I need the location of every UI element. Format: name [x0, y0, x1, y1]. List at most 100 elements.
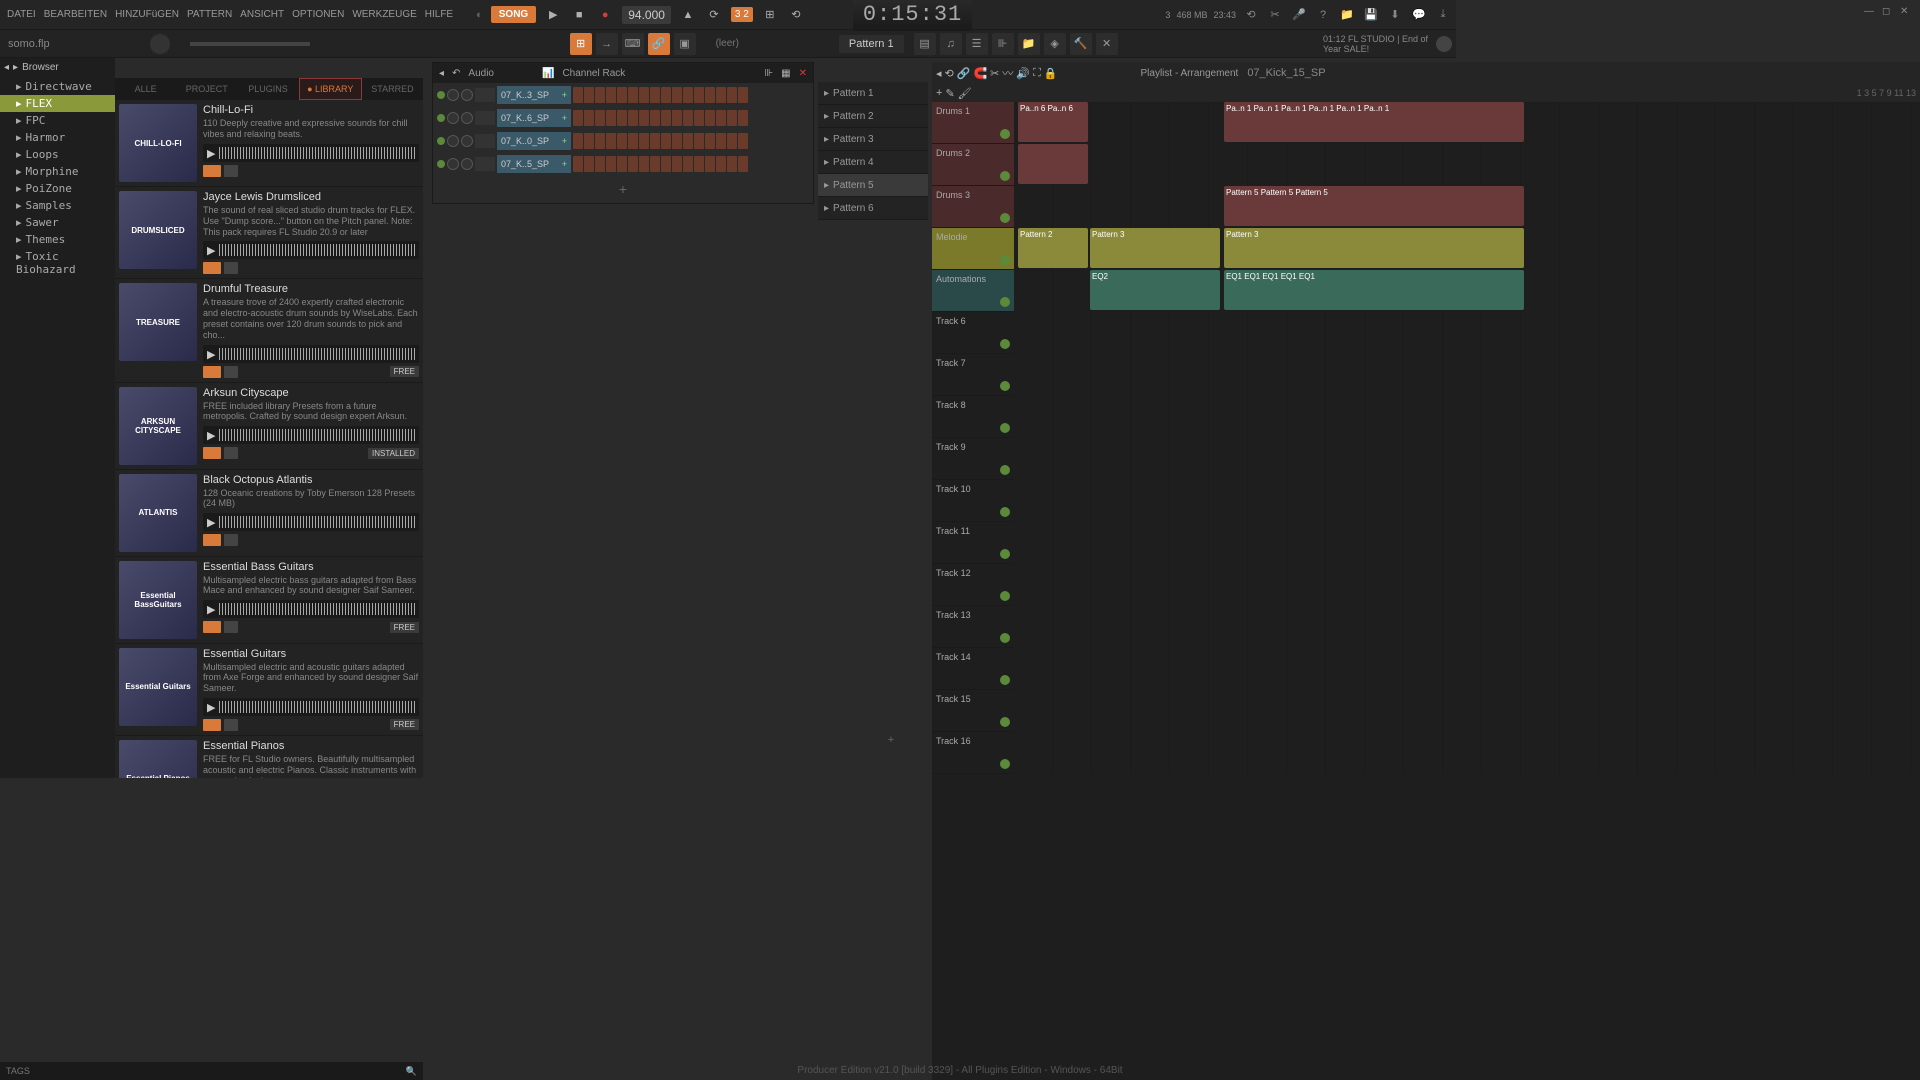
- tree-item-loops[interactable]: ▸Loops: [0, 146, 115, 163]
- piano-roll-icon[interactable]: ♫: [940, 33, 962, 55]
- help-icon[interactable]: ?: [1314, 6, 1332, 24]
- channel-mute-led[interactable]: [437, 137, 445, 145]
- pl-lock-icon[interactable]: 🔒: [1044, 67, 1058, 80]
- pack-item[interactable]: Essential Guitars Essential Guitars Mult…: [115, 644, 423, 736]
- step-button[interactable]: [672, 87, 682, 103]
- step-button[interactable]: [639, 110, 649, 126]
- pack-preview[interactable]: ▶: [203, 698, 419, 716]
- play-icon[interactable]: ▶: [207, 701, 219, 713]
- step-button[interactable]: [573, 110, 583, 126]
- step-button[interactable]: [617, 110, 627, 126]
- track-header[interactable]: Track 7: [932, 354, 1014, 396]
- track-header[interactable]: Drums 1: [932, 102, 1014, 144]
- menu-bearbeiten[interactable]: BEARBEITEN: [41, 7, 110, 22]
- lib-tab-alle[interactable]: ALLE: [115, 78, 176, 100]
- step-button[interactable]: [727, 110, 737, 126]
- track-header[interactable]: Melodie: [932, 228, 1014, 270]
- playlist-clip[interactable]: Pattern 5 Pattern 5 Pattern 5: [1224, 186, 1524, 226]
- channel-mute-led[interactable]: [437, 160, 445, 168]
- soundcloud-icon[interactable]: [203, 534, 221, 546]
- step-button[interactable]: [650, 87, 660, 103]
- mic-icon[interactable]: 🎤: [1290, 6, 1308, 24]
- playlist-clip[interactable]: Pattern 3: [1090, 228, 1220, 268]
- step-button[interactable]: [595, 110, 605, 126]
- back-icon[interactable]: ▸: [13, 62, 18, 73]
- track-mute-led[interactable]: [1000, 717, 1010, 727]
- tree-item-harmor[interactable]: ▸Harmor: [0, 129, 115, 146]
- pack-item[interactable]: Essential BassGuitars Essential Bass Gui…: [115, 557, 423, 644]
- play-icon[interactable]: ▶: [207, 516, 219, 528]
- track-mute-led[interactable]: [1000, 423, 1010, 433]
- pl-link-icon[interactable]: 🔗: [957, 67, 971, 80]
- close-button[interactable]: ✕: [1900, 6, 1914, 20]
- maximize-button[interactable]: ◻: [1882, 6, 1896, 20]
- pack-item[interactable]: TREASURE Drumful Treasure A treasure tro…: [115, 279, 423, 382]
- playlist-clip[interactable]: Pa..n 1 Pa..n 1 Pa..n 1 Pa..n 1 Pa..n 1 …: [1224, 102, 1524, 142]
- step-button[interactable]: [716, 87, 726, 103]
- step-button[interactable]: [595, 133, 605, 149]
- step-button[interactable]: [595, 87, 605, 103]
- step-button[interactable]: [705, 87, 715, 103]
- cr-fill-icon[interactable]: ▦: [781, 68, 790, 79]
- track-mute-led[interactable]: [1000, 633, 1010, 643]
- step-button[interactable]: [683, 87, 693, 103]
- channel-pan-knob[interactable]: [447, 135, 459, 147]
- channel-pan-knob[interactable]: [447, 112, 459, 124]
- track-mute-led[interactable]: [1000, 129, 1010, 139]
- globe-icon[interactable]: [1436, 36, 1452, 52]
- step-button[interactable]: [661, 156, 671, 172]
- step-button[interactable]: [650, 110, 660, 126]
- track-header[interactable]: Track 15: [932, 690, 1014, 732]
- track-mute-led[interactable]: [1000, 339, 1010, 349]
- menu-pattern[interactable]: PATTERN: [184, 7, 235, 22]
- step-button[interactable]: [573, 156, 583, 172]
- tree-item-sawer[interactable]: ▸Sawer: [0, 214, 115, 231]
- step-button[interactable]: [617, 133, 627, 149]
- step-button[interactable]: [628, 110, 638, 126]
- step-button[interactable]: [584, 87, 594, 103]
- step-button[interactable]: [661, 87, 671, 103]
- track-mute-led[interactable]: [1000, 591, 1010, 601]
- channel-name-button[interactable]: 07_K..3_SP +: [497, 86, 571, 104]
- step-button[interactable]: [661, 133, 671, 149]
- track-mute-led[interactable]: [1000, 465, 1010, 475]
- menu-werkzeuge[interactable]: WERKZEUGE: [349, 7, 419, 22]
- step-button[interactable]: [595, 156, 605, 172]
- step-button[interactable]: [694, 87, 704, 103]
- step-button[interactable]: [628, 133, 638, 149]
- pattern-item[interactable]: ▸Pattern 6: [818, 197, 928, 220]
- step-button[interactable]: [639, 87, 649, 103]
- pack-preview[interactable]: ▶: [203, 600, 419, 618]
- step-button[interactable]: [606, 133, 616, 149]
- track-header[interactable]: Track 6: [932, 312, 1014, 354]
- pack-item[interactable]: ARKSUN CITYSCAPE Arksun Cityscape FREE i…: [115, 383, 423, 470]
- minimize-button[interactable]: —: [1864, 6, 1878, 20]
- pl-speaker-icon[interactable]: 🔊: [1016, 67, 1030, 80]
- channel-vol-knob[interactable]: [461, 158, 473, 170]
- step-button[interactable]: [650, 156, 660, 172]
- tree-item-morphine[interactable]: ▸Morphine: [0, 163, 115, 180]
- step-button[interactable]: [573, 87, 583, 103]
- typing-keyboard-icon[interactable]: ⌨: [622, 33, 644, 55]
- step-button[interactable]: [694, 156, 704, 172]
- step-button[interactable]: [584, 133, 594, 149]
- pl-wave-icon[interactable]: 〰: [1002, 65, 1013, 81]
- pattern-selector[interactable]: Pattern 1: [839, 35, 904, 53]
- playlist-clip[interactable]: Pattern 3: [1224, 228, 1524, 268]
- track-header[interactable]: Track 10: [932, 480, 1014, 522]
- play-icon[interactable]: ▶: [207, 603, 219, 615]
- step-button[interactable]: [606, 156, 616, 172]
- track-mute-led[interactable]: [1000, 507, 1010, 517]
- step-button[interactable]: [694, 133, 704, 149]
- track-mute-led[interactable]: [1000, 297, 1010, 307]
- step-button[interactable]: [650, 133, 660, 149]
- step-button[interactable]: [705, 156, 715, 172]
- pattern-item[interactable]: ▸Pattern 1: [818, 82, 928, 105]
- pack-preview[interactable]: ▶: [203, 144, 419, 162]
- step-button[interactable]: [705, 110, 715, 126]
- pl-back-icon[interactable]: ◂: [936, 67, 942, 80]
- play-icon[interactable]: ▶: [207, 348, 219, 360]
- channel-rack-icon[interactable]: ☰: [966, 33, 988, 55]
- soundcloud-icon[interactable]: [203, 621, 221, 633]
- search-icon[interactable]: 🔍: [406, 1066, 417, 1077]
